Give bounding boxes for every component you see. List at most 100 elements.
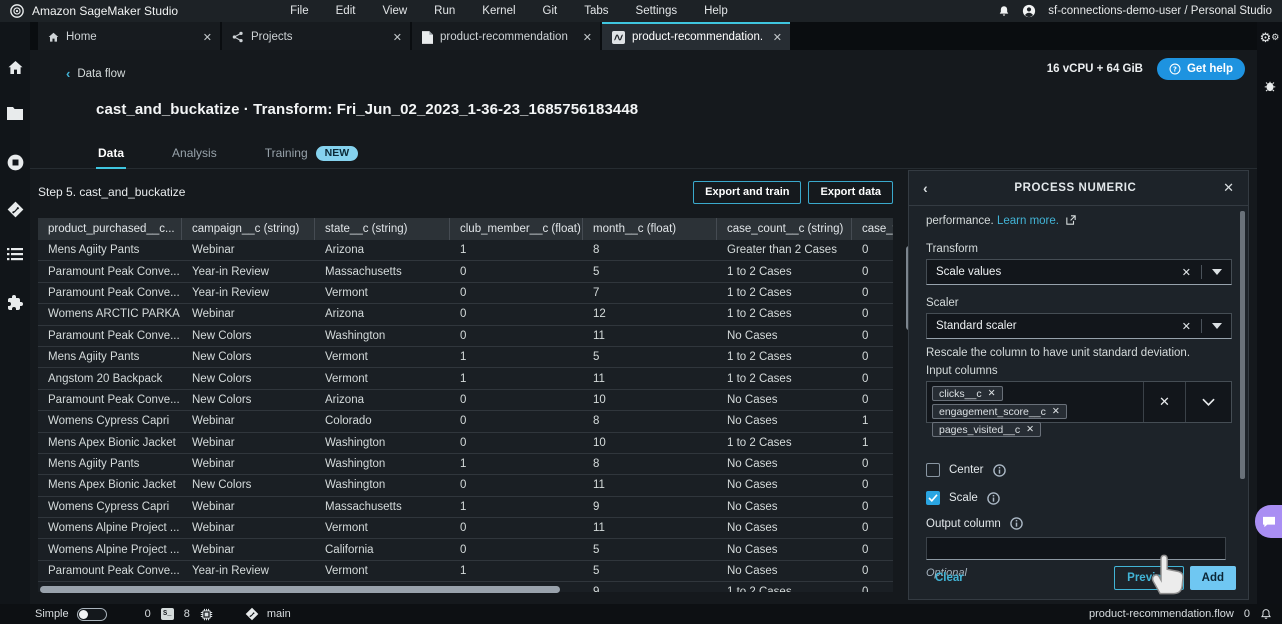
status-bell-icon[interactable] <box>1260 608 1272 621</box>
input-columns-multiselect[interactable]: clicks__c ✕ engagement_score__c ✕ pages_… <box>926 381 1232 437</box>
table-cell: Colorado <box>325 415 372 428</box>
table-cell: Webinar <box>192 308 235 321</box>
tab-projects[interactable]: Projects ✕ <box>222 22 410 50</box>
table-cell: Paramount Peak Conve... <box>48 393 180 406</box>
output-column-info-icon[interactable] <box>1010 517 1023 530</box>
tab-product-recommendation-flow[interactable]: product-recommendation.flow ✕ <box>602 22 790 50</box>
table-cell: 1 <box>460 372 467 385</box>
simple-mode-toggle[interactable] <box>76 607 107 621</box>
clear-selection-icon[interactable]: ✕ <box>1182 266 1191 279</box>
close-tab-icon[interactable]: ✕ <box>393 31 402 44</box>
tab-analysis-label: Analysis <box>172 146 217 160</box>
transform-select[interactable]: Scale values ✕ <box>926 259 1232 285</box>
terminal-icon[interactable]: S_ <box>160 608 174 620</box>
table-cell: Vermont <box>325 372 368 385</box>
chip-engagement-score-c[interactable]: engagement_score__c ✕ <box>932 404 1067 419</box>
learn-more-link[interactable]: Learn more. <box>997 215 1059 227</box>
export-and-train-button[interactable]: Export and train <box>693 180 802 204</box>
tab-data[interactable]: Data <box>96 140 127 169</box>
tab-home[interactable]: Home ✕ <box>38 22 220 50</box>
close-tab-icon[interactable]: ✕ <box>583 31 592 44</box>
table-horizontal-scrollbar[interactable] <box>40 586 560 593</box>
scaler-label: Scaler <box>926 297 959 309</box>
debugger-bug-icon[interactable] <box>1263 79 1277 93</box>
export-data-button[interactable]: Export data <box>808 180 893 204</box>
dropdown-caret-icon[interactable] <box>1212 269 1222 275</box>
table-cell: 9 <box>583 582 717 592</box>
table-cell: No Cases <box>727 393 778 406</box>
git-sidebar-icon[interactable] <box>7 201 24 218</box>
user-avatar-icon[interactable] <box>1022 4 1036 18</box>
remove-chip-icon[interactable]: ✕ <box>988 388 996 399</box>
menu-git[interactable]: Git <box>543 5 558 17</box>
table-of-contents-icon[interactable] <box>7 248 23 265</box>
user-name[interactable]: sf-connections-demo-user / Personal Stud… <box>1048 5 1272 17</box>
chip-pages-visited-c[interactable]: pages_visited__c ✕ <box>932 422 1042 437</box>
clear-all-columns-icon[interactable]: ✕ <box>1143 382 1185 422</box>
table-cell: Womens ARCTIC PARKA <box>48 308 180 321</box>
table-row: Womens Alpine Project ... Webinar Vermont 0… <box>38 518 893 540</box>
preview-button[interactable]: Preview <box>1114 566 1184 590</box>
close-tab-icon[interactable]: ✕ <box>203 31 212 44</box>
remove-chip-icon[interactable]: ✕ <box>1026 424 1034 435</box>
menu-kernel[interactable]: Kernel <box>482 5 515 17</box>
table-row: Mens Agiity Pants Webinar Washington 1 8 No C… <box>38 453 893 476</box>
dropdown-caret-icon[interactable] <box>1212 323 1222 329</box>
expand-columns-chevron-icon[interactable] <box>1185 382 1231 422</box>
property-inspector-gears-icon[interactable]: ⚙⚙ <box>1260 32 1280 45</box>
column-header: case_count__c (string) <box>717 218 852 240</box>
table-cell: 0 <box>460 543 467 556</box>
select-divider <box>1201 319 1202 333</box>
close-tab-icon[interactable]: ✕ <box>773 31 782 44</box>
transform-value: Scale values <box>936 266 1002 278</box>
scaler-select[interactable]: Standard scaler ✕ <box>926 313 1232 339</box>
git-branch-name[interactable]: main <box>267 608 291 620</box>
table-cell: Massachusetts <box>325 265 402 278</box>
table-cell: Massachusetts <box>325 500 402 513</box>
tab-analysis[interactable]: Analysis <box>170 140 219 169</box>
table-cell: No Cases <box>727 329 778 342</box>
scale-info-icon[interactable] <box>987 491 1000 505</box>
table-cell: Vermont <box>325 286 368 299</box>
kernel-chip-icon[interactable] <box>200 608 213 621</box>
scale-checkbox[interactable] <box>926 491 940 505</box>
running-instances-icon[interactable] <box>7 154 24 171</box>
sagemaker-studio-window: Amazon SageMaker Studio File Edit View R… <box>0 0 1282 624</box>
tab-training-label: Training <box>264 146 308 160</box>
menu-edit[interactable]: Edit <box>336 5 356 17</box>
center-info-icon[interactable] <box>992 463 1006 477</box>
add-button[interactable]: Add <box>1189 566 1236 590</box>
notebook-tab-icon <box>422 30 433 44</box>
extensions-puzzle-icon[interactable] <box>7 295 23 312</box>
remove-chip-icon[interactable]: ✕ <box>1052 406 1060 417</box>
git-branch-icon[interactable] <box>245 607 259 621</box>
menu-settings[interactable]: Settings <box>636 5 678 17</box>
menu-file[interactable]: File <box>290 5 309 17</box>
clear-link[interactable]: Clear <box>935 572 964 584</box>
panel-scrollbar[interactable] <box>1240 211 1245 479</box>
table-cell: 0 <box>862 244 869 257</box>
panel-header: ‹ PROCESS NUMERIC ✕ <box>909 171 1248 206</box>
tab-training[interactable]: Training NEW <box>263 140 360 169</box>
table-cell: 1 <box>460 500 467 513</box>
menu-run[interactable]: Run <box>434 5 455 17</box>
feedback-chat-bubble[interactable] <box>1255 505 1282 538</box>
center-checkbox[interactable] <box>926 463 940 477</box>
get-help-button[interactable]: ? Get help <box>1156 58 1245 80</box>
notification-bell-icon[interactable] <box>998 5 1010 18</box>
menu-view[interactable]: View <box>382 5 407 17</box>
panel-close-icon[interactable]: ✕ <box>1223 180 1234 196</box>
file-browser-icon[interactable] <box>7 107 23 124</box>
new-badge: NEW <box>315 145 359 161</box>
table-cell: Greater than 2 Cases <box>727 244 837 257</box>
scale-label: Scale <box>949 492 978 504</box>
tab-product-recommendation[interactable]: product-recommendation ✕ <box>412 22 600 50</box>
table-cell: 0 <box>862 351 869 364</box>
clear-selection-icon[interactable]: ✕ <box>1182 320 1191 333</box>
menu-help[interactable]: Help <box>704 5 728 17</box>
menu-tabs[interactable]: Tabs <box>584 5 608 17</box>
home-sidebar-icon[interactable] <box>7 60 24 77</box>
table-cell: Paramount Peak Conve... <box>48 329 180 342</box>
breadcrumb-data-flow[interactable]: ‹ Data flow <box>66 66 125 81</box>
chip-clicks-c[interactable]: clicks__c ✕ <box>932 386 1003 401</box>
